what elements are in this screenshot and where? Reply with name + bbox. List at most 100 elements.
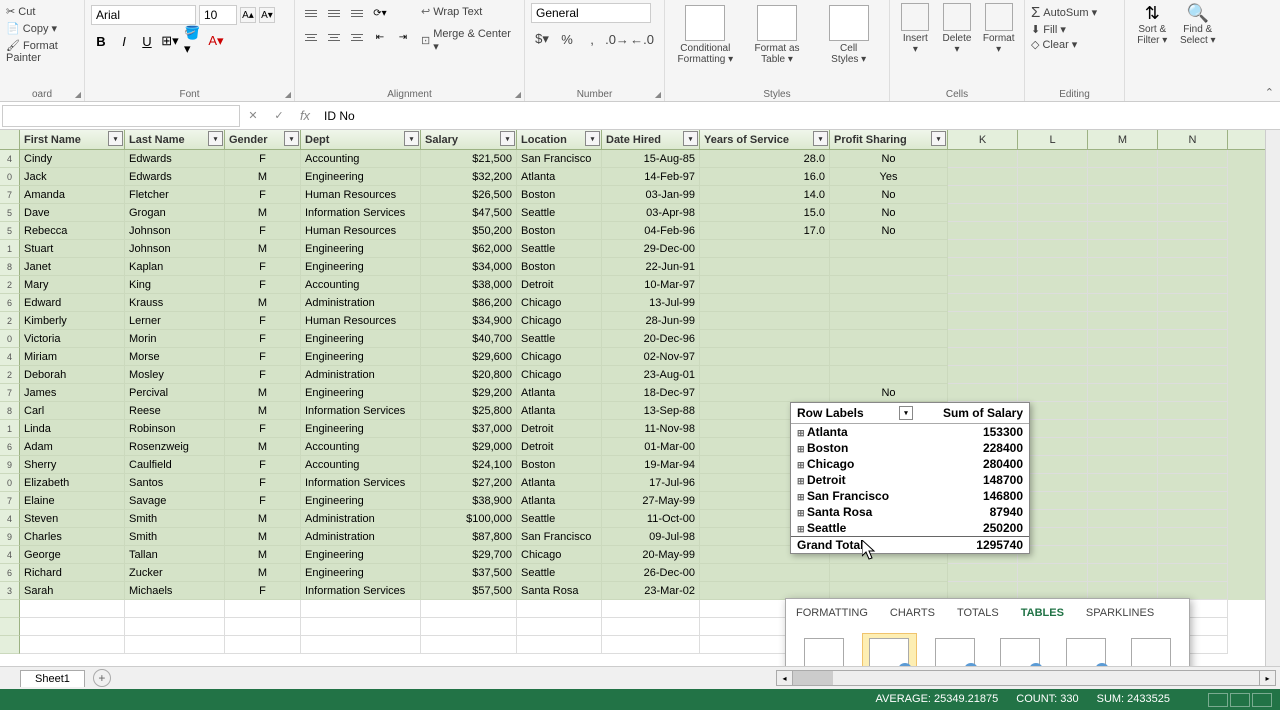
cell[interactable] xyxy=(948,366,1018,384)
cell[interactable] xyxy=(1018,384,1088,402)
qa-option-more[interactable]: More xyxy=(1124,633,1180,666)
cell[interactable]: Percival xyxy=(125,384,225,402)
cell[interactable]: Stuart xyxy=(20,240,125,258)
cell[interactable]: F xyxy=(225,276,301,294)
cell[interactable] xyxy=(20,618,125,636)
sheet-tab[interactable]: Sheet1 xyxy=(20,670,85,687)
cell[interactable] xyxy=(830,240,948,258)
cell[interactable] xyxy=(700,258,830,276)
col-k[interactable]: K xyxy=(948,130,1018,149)
cell[interactable]: F xyxy=(225,312,301,330)
copy-button[interactable]: 📄 Copy ▾ xyxy=(6,20,78,37)
cell[interactable]: $27,200 xyxy=(421,474,517,492)
cell[interactable]: 04-Feb-96 xyxy=(602,222,700,240)
delete-button[interactable]: Delete ▾ xyxy=(938,3,977,55)
filter-icon[interactable]: ▾ xyxy=(284,131,299,146)
cell[interactable] xyxy=(1018,240,1088,258)
cell[interactable]: Zucker xyxy=(125,564,225,582)
format-painter-button[interactable]: 🖌 Format Painter xyxy=(6,37,78,66)
cell[interactable]: Engineering xyxy=(301,420,421,438)
cell[interactable] xyxy=(1018,258,1088,276)
align-center-icon[interactable] xyxy=(324,27,344,47)
qa-tab-formatting[interactable]: FORMATTING xyxy=(796,607,868,619)
table-row[interactable]: 6RichardZuckerMEngineering$37,500Seattle… xyxy=(0,564,1280,582)
cell[interactable]: Smith xyxy=(125,528,225,546)
cell[interactable] xyxy=(1088,276,1158,294)
cell[interactable]: No xyxy=(830,204,948,222)
table-row[interactable]: 0VictoriaMorinFEngineering$40,700Seattle… xyxy=(0,330,1280,348)
cell[interactable]: M xyxy=(225,546,301,564)
cell[interactable] xyxy=(700,384,830,402)
cell[interactable]: $29,700 xyxy=(421,546,517,564)
cell[interactable]: $21,500 xyxy=(421,150,517,168)
cell[interactable] xyxy=(830,348,948,366)
cell[interactable]: Engineering xyxy=(301,258,421,276)
italic-button[interactable]: I xyxy=(114,31,134,51)
cell[interactable] xyxy=(1158,456,1228,474)
expand-icon[interactable]: ⊞ xyxy=(797,524,807,535)
cell[interactable]: Caulfield xyxy=(125,456,225,474)
qa-tab-totals[interactable]: TOTALS xyxy=(957,607,999,619)
cell[interactable]: $24,100 xyxy=(421,456,517,474)
filter-icon[interactable]: ▾ xyxy=(585,131,600,146)
cell[interactable]: Accounting xyxy=(301,456,421,474)
qa-option-pivottable[interactable]: ?PivotTable xyxy=(993,633,1049,666)
table-row[interactable]: 6EdwardKraussMAdministration$86,200Chica… xyxy=(0,294,1280,312)
cell[interactable]: No xyxy=(830,384,948,402)
cell[interactable]: Chicago xyxy=(517,546,602,564)
cell[interactable]: Administration xyxy=(301,366,421,384)
expand-icon[interactable]: ⊞ xyxy=(797,508,807,519)
cell[interactable] xyxy=(602,636,700,654)
cell[interactable]: $62,000 xyxy=(421,240,517,258)
row-number[interactable]: 9 xyxy=(0,528,20,546)
cell[interactable]: F xyxy=(225,150,301,168)
cell[interactable]: Amanda xyxy=(20,186,125,204)
row-number[interactable]: 5 xyxy=(0,222,20,240)
cell[interactable] xyxy=(1158,564,1228,582)
row-number[interactable]: 4 xyxy=(0,546,20,564)
table-row[interactable]: 5RebeccaJohnsonFHuman Resources$50,200Bo… xyxy=(0,222,1280,240)
table-row[interactable]: 5DaveGroganMInformation Services$47,500S… xyxy=(0,204,1280,222)
cell[interactable] xyxy=(517,618,602,636)
cell[interactable]: 17.0 xyxy=(700,222,830,240)
cell[interactable]: Chicago xyxy=(517,366,602,384)
row-number[interactable]: 3 xyxy=(0,582,20,600)
font-name-select[interactable] xyxy=(91,5,196,25)
cell[interactable]: $86,200 xyxy=(421,294,517,312)
cell[interactable]: Chicago xyxy=(517,312,602,330)
row-number[interactable]: 2 xyxy=(0,312,20,330)
cell[interactable] xyxy=(948,240,1018,258)
cell[interactable] xyxy=(125,600,225,618)
cell[interactable]: George xyxy=(20,546,125,564)
cell[interactable] xyxy=(421,600,517,618)
cell[interactable]: 10-Mar-97 xyxy=(602,276,700,294)
cell[interactable] xyxy=(1088,294,1158,312)
formula-input[interactable] xyxy=(318,105,1280,127)
cell[interactable] xyxy=(700,240,830,258)
table-row[interactable]: 4MiriamMorseFEngineering$29,600Chicago02… xyxy=(0,348,1280,366)
cell[interactable]: F xyxy=(225,330,301,348)
table-row[interactable]: 2DeborahMosleyFAdministration$20,800Chic… xyxy=(0,366,1280,384)
cell[interactable]: 09-Jul-98 xyxy=(602,528,700,546)
pivot-row-label[interactable]: ⊞Santa Rosa xyxy=(791,504,919,520)
cell[interactable]: M xyxy=(225,168,301,186)
cell[interactable] xyxy=(1018,312,1088,330)
cell[interactable]: Lerner xyxy=(125,312,225,330)
cell[interactable]: 15-Aug-85 xyxy=(602,150,700,168)
clipboard-launcher-icon[interactable]: ◢ xyxy=(75,90,81,99)
cell[interactable] xyxy=(1158,312,1228,330)
cell[interactable] xyxy=(948,258,1018,276)
expand-icon[interactable]: ⊞ xyxy=(797,428,807,439)
cell[interactable]: M xyxy=(225,240,301,258)
cell[interactable]: Boston xyxy=(517,456,602,474)
filter-icon[interactable]: ▾ xyxy=(813,131,828,146)
cell[interactable] xyxy=(700,312,830,330)
row-number[interactable]: 2 xyxy=(0,366,20,384)
number-format-select[interactable] xyxy=(531,3,651,23)
cell[interactable] xyxy=(1158,294,1228,312)
conditional-formatting-button[interactable]: Conditional Formatting ▾ xyxy=(671,3,740,67)
cell[interactable] xyxy=(948,276,1018,294)
row-number[interactable]: 0 xyxy=(0,474,20,492)
cell[interactable] xyxy=(1158,510,1228,528)
filter-icon[interactable]: ▾ xyxy=(931,131,946,146)
